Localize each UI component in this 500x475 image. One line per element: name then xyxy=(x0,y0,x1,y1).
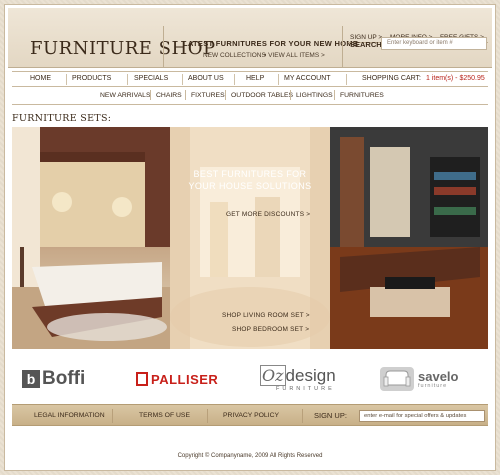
divider xyxy=(12,104,488,105)
nav-about-us[interactable]: ABOUT US xyxy=(188,75,224,82)
oz-design-wordmark: design xyxy=(285,366,336,385)
footer-divider xyxy=(207,409,208,423)
nav-products[interactable]: PRODUCTS xyxy=(72,75,111,82)
site-header: FURNITURE SHOP LATEST FURNITURES FOR YOU… xyxy=(8,8,492,68)
get-discounts-link[interactable]: GET MORE DISCOUNTS > xyxy=(226,211,310,218)
promo-title-line2: YOUR HOUSE SOLUTIONS xyxy=(188,181,312,191)
main-nav: HOME PRODUCTS SPECIALS ABOUT US HELP MY … xyxy=(12,71,488,87)
view-all-items-link[interactable]: ▪ VIEW ALL ITEMS > xyxy=(264,52,325,59)
tagline: LATEST FURNITURES FOR YOUR NEW HOME xyxy=(183,39,359,48)
subnav-divider xyxy=(225,90,226,100)
subnav-divider xyxy=(290,90,291,100)
newsletter-email-input[interactable]: enter e-mail for special offers & update… xyxy=(359,410,485,422)
oz-design-logo[interactable]: Oz design FURNITURE xyxy=(260,365,336,393)
subnav-new-arrivals[interactable]: NEW ARRIVALS xyxy=(100,92,151,99)
palliser-wordmark: PALLISER xyxy=(151,371,219,387)
subnav-lightings[interactable]: LIGHTINGS xyxy=(296,92,333,99)
boffi-mark-icon: b xyxy=(22,370,40,388)
footer-bar: LEGAL INFORMATION TERMS OF USE PRIVACY P… xyxy=(12,404,488,426)
new-collections-link[interactable]: NEW COLLECTIONS xyxy=(203,52,266,59)
nav-divider xyxy=(66,74,67,85)
brand-logos: b Boffi PALLISER Oz design FURNITURE sav… xyxy=(12,355,488,402)
living-room-image[interactable] xyxy=(330,127,488,349)
nav-divider xyxy=(346,74,347,85)
boffi-wordmark: Boffi xyxy=(42,368,86,389)
search-label: SEARCH xyxy=(350,40,382,49)
subnav-divider xyxy=(185,90,186,100)
nav-divider xyxy=(234,74,235,85)
signup-label: SIGN UP: xyxy=(314,411,347,420)
subnav-outdoor-tables[interactable]: OUTDOOR TABLES xyxy=(231,92,293,99)
copyright-text: Copyright © Companyname, 2009 All Rights… xyxy=(177,453,323,459)
privacy-policy-link[interactable]: PRIVACY POLICY xyxy=(223,412,279,419)
nav-home[interactable]: HOME xyxy=(30,75,51,82)
palliser-logo[interactable]: PALLISER xyxy=(136,365,218,393)
subnav-chairs[interactable]: CHAIRS xyxy=(156,92,182,99)
oz-design-subtitle: FURNITURE xyxy=(276,386,335,392)
nav-help[interactable]: HELP xyxy=(246,75,264,82)
savelo-wordmark: savelo xyxy=(418,368,459,384)
search-input[interactable]: Enter keyboard or item # xyxy=(381,37,487,50)
nav-divider xyxy=(127,74,128,85)
terms-of-use-link[interactable]: TERMS OF USE xyxy=(139,412,190,419)
palliser-mark-icon xyxy=(136,372,148,386)
armchair-icon xyxy=(380,367,414,391)
subnav-fixtures[interactable]: FIXTURES xyxy=(191,92,225,99)
view-all-label: VIEW ALL ITEMS > xyxy=(268,52,325,59)
subnav-divider xyxy=(150,90,151,100)
bedroom-illustration xyxy=(12,127,170,349)
divider xyxy=(342,26,343,68)
living-room-illustration xyxy=(330,127,488,349)
shop-living-room-link[interactable]: SHOP LIVING ROOM SET > xyxy=(222,312,310,319)
shop-bedroom-link[interactable]: SHOP BEDROOM SET > xyxy=(232,326,309,333)
savelo-logo[interactable]: savelo furniture xyxy=(380,365,458,393)
center-promo-panel: BEST FURNITURES FOR YOUR HOUSE SOLUTIONS… xyxy=(170,127,330,349)
cart-summary-link[interactable]: 1 item(s) - $250.95 xyxy=(426,75,485,82)
nav-specials[interactable]: SPECIALS xyxy=(134,75,168,82)
promo-title-line1: BEST FURNITURES FOR xyxy=(193,169,307,179)
legal-information-link[interactable]: LEGAL INFORMATION xyxy=(34,412,105,419)
hero-banner: BEST FURNITURES FOR YOUR HOUSE SOLUTIONS… xyxy=(12,127,488,349)
nav-my-account[interactable]: MY ACCOUNT xyxy=(284,75,331,82)
footer-divider xyxy=(112,409,113,423)
subnav-divider xyxy=(334,90,335,100)
savelo-subtitle: furniture xyxy=(418,382,448,389)
footer-divider xyxy=(302,409,303,423)
subnav-furnitures[interactable]: FURNITURES xyxy=(340,92,384,99)
boffi-logo[interactable]: b Boffi xyxy=(22,365,85,393)
divider xyxy=(163,26,164,68)
cart-label: SHOPPING CART: xyxy=(362,75,421,82)
oz-mark: Oz xyxy=(260,365,286,386)
nav-divider xyxy=(182,74,183,85)
section-title: FURNITURE SETS: xyxy=(12,113,112,124)
nav-divider xyxy=(278,74,279,85)
bedroom-image[interactable] xyxy=(12,127,170,349)
